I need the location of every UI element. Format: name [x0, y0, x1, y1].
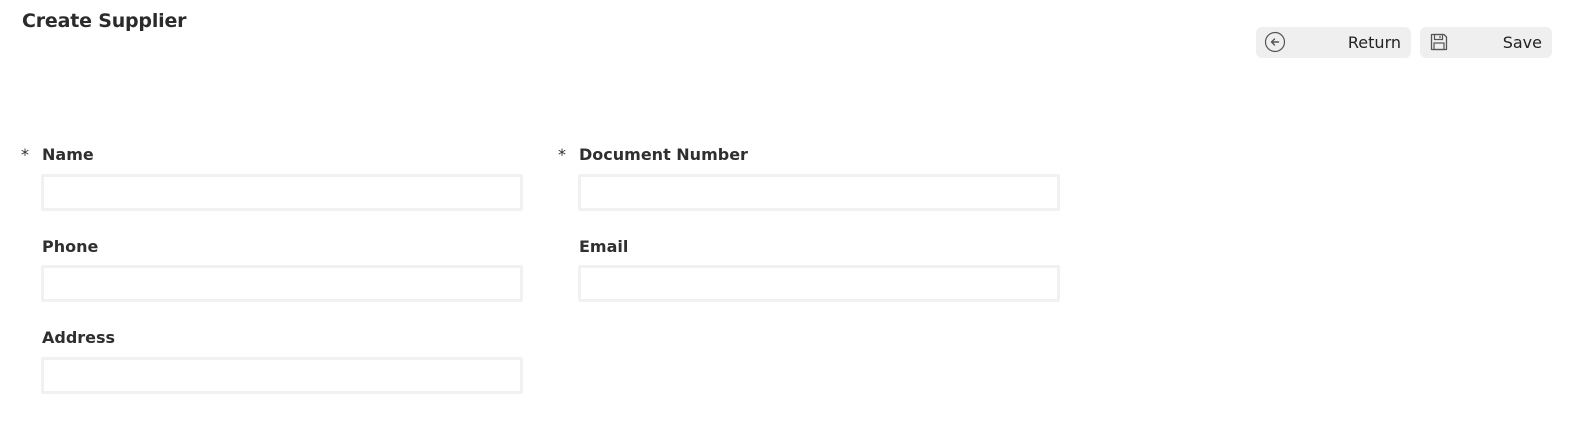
- name-label: Name: [42, 145, 94, 164]
- page-title: Create Supplier: [22, 10, 187, 32]
- arrow-left-circle-icon: [1264, 31, 1286, 53]
- document-number-field[interactable]: [578, 174, 1060, 211]
- save-button-label: Save: [1502, 33, 1542, 52]
- name-field[interactable]: [41, 174, 523, 211]
- document-number-label: Document Number: [579, 145, 748, 164]
- phone-label: Phone: [42, 237, 99, 256]
- phone-field[interactable]: [41, 265, 523, 302]
- return-button-label: Return: [1347, 33, 1401, 52]
- floppy-disk-icon: [1428, 31, 1450, 53]
- name-required-marker: *: [21, 145, 29, 164]
- address-field[interactable]: [41, 357, 523, 394]
- email-label: Email: [579, 237, 629, 256]
- address-label: Address: [42, 328, 116, 347]
- email-field[interactable]: [578, 265, 1060, 302]
- return-button[interactable]: Return: [1256, 27, 1411, 58]
- document-number-required-marker: *: [558, 145, 566, 164]
- save-button[interactable]: Save: [1420, 27, 1552, 58]
